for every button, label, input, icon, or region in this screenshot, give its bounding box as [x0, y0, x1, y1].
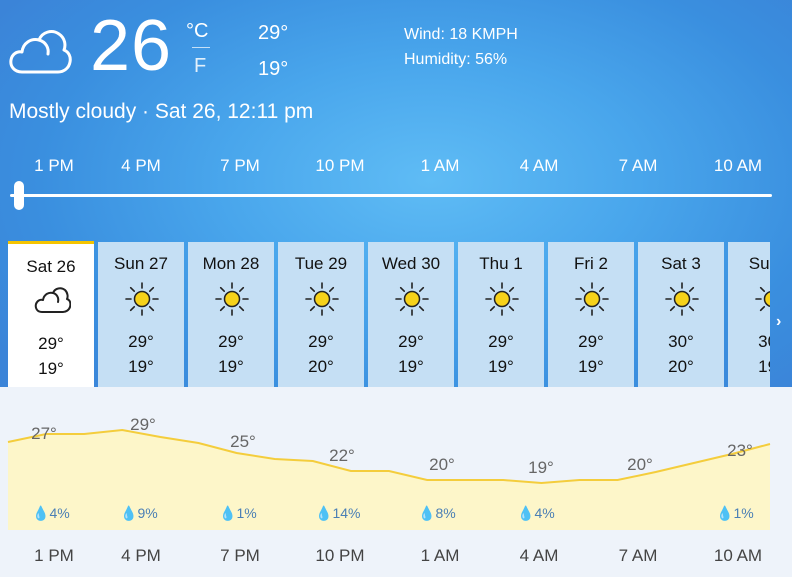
- day-name: Sat 26: [26, 257, 76, 276]
- day-high: 30°: [758, 332, 770, 351]
- day-card-wed-30[interactable]: Wed 30 29° 19°: [368, 242, 454, 387]
- hourly-axis-label: 7 PM: [220, 546, 260, 565]
- today-low: 19°: [258, 58, 289, 80]
- wind-speed: Wind: 18 KMPH: [404, 26, 518, 43]
- day-name: Mon 28: [202, 254, 260, 273]
- sun-icon: [215, 282, 249, 316]
- day-low: 19°: [488, 357, 514, 376]
- hourly-axis-label: 7 AM: [618, 546, 658, 565]
- raindrop-icon: 💧: [120, 505, 138, 521]
- sun-icon: [125, 282, 159, 316]
- hourly-temp: 23°: [727, 441, 753, 460]
- chevron-right-icon[interactable]: ›: [776, 313, 781, 331]
- sun-icon: [575, 282, 609, 316]
- sun-icon: [665, 282, 699, 316]
- hourly-axis-label: 1 PM: [34, 546, 74, 565]
- day-high: 29°: [128, 332, 154, 351]
- timeline-hour: 10 AM: [713, 156, 763, 175]
- precip-chance: 💧9%: [120, 505, 158, 521]
- day-low: 19°: [398, 357, 424, 376]
- hourly-temp: 20°: [429, 455, 455, 474]
- sun-icon: [485, 282, 519, 316]
- unit-divider: [192, 47, 210, 48]
- day-name: Fri 2: [574, 254, 608, 273]
- sun-icon: [755, 286, 770, 312]
- raindrop-icon: 💧: [315, 505, 333, 521]
- day-card-sat-3[interactable]: Sat 3 30° 20°: [638, 242, 724, 387]
- timeline-hour: 10 PM: [315, 156, 365, 175]
- day-card-sun-4[interactable]: Sun 4 30° 19°: [728, 242, 770, 387]
- raindrop-icon: 💧: [418, 505, 436, 521]
- day-low: 19°: [38, 359, 64, 378]
- timeline-slider-handle[interactable]: [14, 181, 24, 210]
- day-card-fri-2[interactable]: Fri 2 29° 19°: [548, 242, 634, 387]
- cloud-icon: [34, 287, 71, 313]
- hourly-temp: 20°: [627, 455, 653, 474]
- fahrenheit-unit-toggle[interactable]: F: [194, 55, 206, 78]
- hourly-axis-label: 10 PM: [315, 546, 365, 565]
- day-card-thu-1[interactable]: Thu 1 29° 19°: [458, 242, 544, 387]
- raindrop-icon: 💧: [517, 505, 535, 521]
- raindrop-icon: 💧: [219, 505, 237, 521]
- temperature-line-chart: [7, 428, 771, 530]
- sun-icon: [305, 282, 339, 316]
- raindrop-icon: 💧: [716, 505, 734, 521]
- precip-chance: 💧1%: [716, 505, 754, 521]
- hourly-temp: 22°: [329, 446, 355, 465]
- timeline-hour: 7 PM: [220, 156, 260, 175]
- precip-chance: 💧1%: [219, 505, 257, 521]
- day-card-sat-26[interactable]: Sat 26 29° 19°: [8, 241, 94, 390]
- day-low: 19°: [758, 357, 770, 376]
- precip-chance: 💧4%: [32, 505, 70, 521]
- day-name: Sat 3: [661, 254, 701, 273]
- day-high: 29°: [578, 332, 604, 351]
- day-high: 29°: [218, 332, 244, 351]
- today-high: 29°: [258, 22, 289, 44]
- day-low: 20°: [308, 357, 334, 376]
- precip-chance: 💧8%: [418, 505, 456, 521]
- timeline-hour: 7 AM: [618, 156, 658, 175]
- timeline-hour: 1 AM: [420, 156, 460, 175]
- day-low: 20°: [668, 357, 694, 376]
- day-low: 19°: [578, 357, 604, 376]
- day-name: Wed 30: [381, 254, 441, 273]
- precip-chance: 💧14%: [315, 505, 361, 521]
- hourly-axis-label: 10 AM: [713, 546, 763, 565]
- day-high: 29°: [38, 334, 64, 353]
- raindrop-icon: 💧: [32, 505, 50, 521]
- timeline-hour: 4 PM: [121, 156, 161, 175]
- humidity: Humidity: 56%: [404, 51, 508, 68]
- hourly-axis-label: 4 PM: [121, 546, 161, 565]
- condition-summary: Mostly cloudy · Sat 26, 12:11 pm: [9, 100, 314, 123]
- hourly-temp: 29°: [130, 415, 156, 434]
- day-high: 29°: [398, 332, 424, 351]
- weather-hero: 26 °C F 29° 19° Wind: 18 KMPH Humidity: …: [0, 0, 792, 390]
- hourly-axis-label: 1 AM: [420, 546, 460, 565]
- day-card-sun-27[interactable]: Sun 27 29° 19°: [98, 242, 184, 387]
- day-card-tue-29[interactable]: Tue 29 29° 20°: [278, 242, 364, 387]
- day-name: Thu 1: [479, 254, 523, 273]
- day-high: 29°: [488, 332, 514, 351]
- day-name: Sun 27: [114, 254, 168, 273]
- day-name: Sun 4: [748, 254, 770, 273]
- sun-icon: [395, 282, 429, 316]
- timeline-slider-track[interactable]: [10, 194, 772, 197]
- day-name: Tue 29: [294, 254, 348, 273]
- celsius-unit-toggle[interactable]: °C: [186, 20, 208, 43]
- day-low: 19°: [128, 357, 154, 376]
- day-high: 30°: [668, 332, 694, 351]
- hourly-axis-label: 4 AM: [519, 546, 559, 565]
- hourly-temp: 25°: [230, 432, 256, 451]
- hourly-temp: 27°: [31, 424, 57, 443]
- day-high: 29°: [308, 332, 334, 351]
- cloud-icon: [9, 30, 72, 74]
- timeline-hour: 4 AM: [519, 156, 559, 175]
- day-card-mon-28[interactable]: Mon 28 29° 19°: [188, 242, 274, 387]
- current-temperature: 26: [90, 6, 173, 86]
- precip-chance: 💧4%: [517, 505, 555, 521]
- hourly-chart: 27° 29° 25° 22° 20° 19° 20° 23° 💧4% 💧9% …: [0, 387, 792, 577]
- timeline-hour: 1 PM: [34, 156, 74, 175]
- hourly-temp: 19°: [528, 458, 554, 477]
- day-low: 19°: [218, 357, 244, 376]
